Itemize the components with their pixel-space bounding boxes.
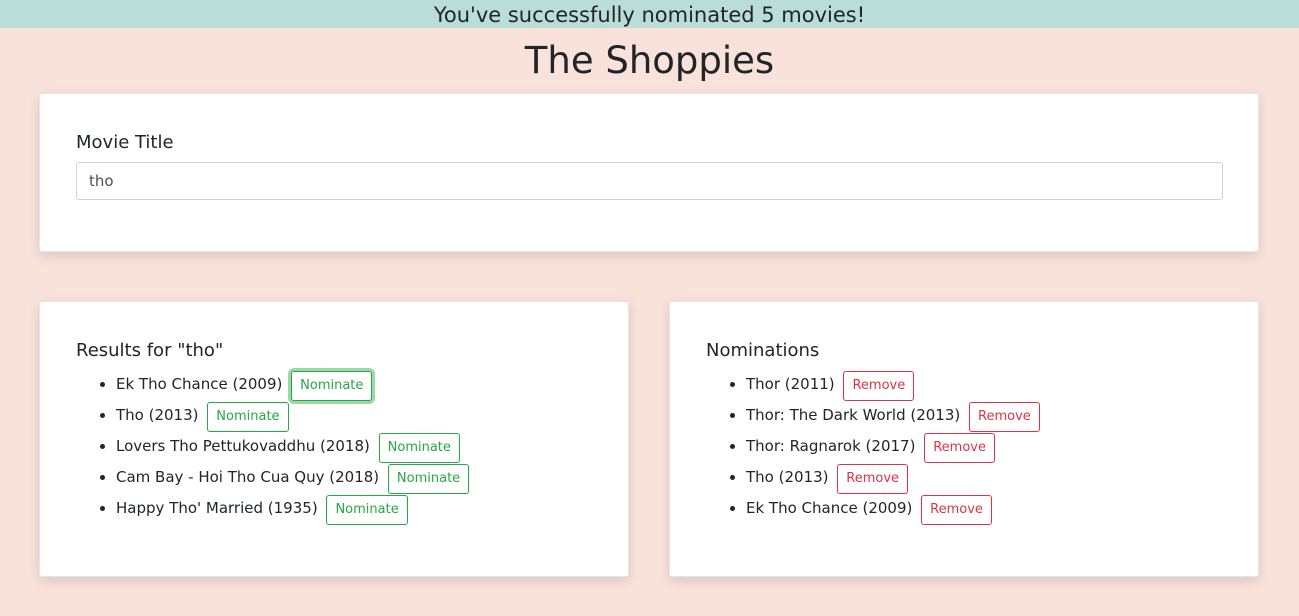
nominate-button[interactable]: Nominate <box>326 494 408 525</box>
nomination-item: Thor (2011) Remove <box>746 369 1040 401</box>
nominate-button[interactable]: Nominate <box>291 370 373 401</box>
remove-button[interactable]: Remove <box>969 401 1040 432</box>
nomination-title: Tho (2013) <box>746 468 829 486</box>
result-item: Ek Tho Chance (2009) Nominate <box>116 369 469 401</box>
success-banner: You've successfully nominated 5 movies! <box>0 0 1299 28</box>
success-message: You've successfully nominated 5 movies! <box>433 3 866 27</box>
nomination-title: Thor (2011) <box>746 375 835 393</box>
results-heading: Results for "tho" <box>76 340 224 361</box>
nomination-item: Thor: The Dark World (2013) Remove <box>746 400 1040 432</box>
nomination-item: Tho (2013) Remove <box>746 462 1040 494</box>
remove-button[interactable]: Remove <box>843 370 915 401</box>
remove-button[interactable]: Remove <box>837 463 909 494</box>
nomination-title: Thor: Ragnarok (2017) <box>746 437 916 455</box>
result-title: Ek Tho Chance (2009) <box>116 375 283 393</box>
result-item: Happy Tho' Married (1935) Nominate <box>116 493 469 525</box>
nominate-button[interactable]: Nominate <box>387 463 470 494</box>
nomination-item: Ek Tho Chance (2009) Remove <box>746 493 1040 525</box>
results-card: Results for "tho" Ek Tho Chance (2009) N… <box>39 301 629 577</box>
result-title: Happy Tho' Married (1935) <box>116 499 318 517</box>
nominate-button[interactable]: Nominate <box>207 401 289 432</box>
nominations-list: Thor (2011) Remove Thor: The Dark World … <box>706 369 1040 525</box>
result-item: Cam Bay - Hoi Tho Cua Quy (2018) Nominat… <box>116 462 470 494</box>
result-title: Cam Bay - Hoi Tho Cua Quy (2018) <box>116 468 380 486</box>
nominations-heading: Nominations <box>706 340 820 361</box>
result-title: Lovers Tho Pettukovaddhu (2018) <box>116 437 370 455</box>
search-card: Movie Title <box>39 93 1259 252</box>
movie-title-input[interactable] <box>76 162 1223 200</box>
page-title: The Shoppies <box>524 39 775 82</box>
nomination-title: Ek Tho Chance (2009) <box>746 499 913 517</box>
nomination-title: Thor: The Dark World (2013) <box>746 406 961 424</box>
result-item: Tho (2013) Nominate <box>116 400 469 432</box>
remove-button[interactable]: Remove <box>924 432 995 463</box>
movie-title-label: Movie Title <box>76 132 174 153</box>
results-list: Ek Tho Chance (2009) Nominate Tho (2013)… <box>76 369 470 525</box>
result-item: Lovers Tho Pettukovaddhu (2018) Nominate <box>116 431 469 463</box>
nomination-item: Thor: Ragnarok (2017) Remove <box>746 431 1040 463</box>
remove-button[interactable]: Remove <box>921 494 992 525</box>
nominations-card: Nominations Thor (2011) Remove Thor: The… <box>669 301 1259 577</box>
nominate-button[interactable]: Nominate <box>378 432 460 463</box>
result-title: Tho (2013) <box>116 406 199 424</box>
